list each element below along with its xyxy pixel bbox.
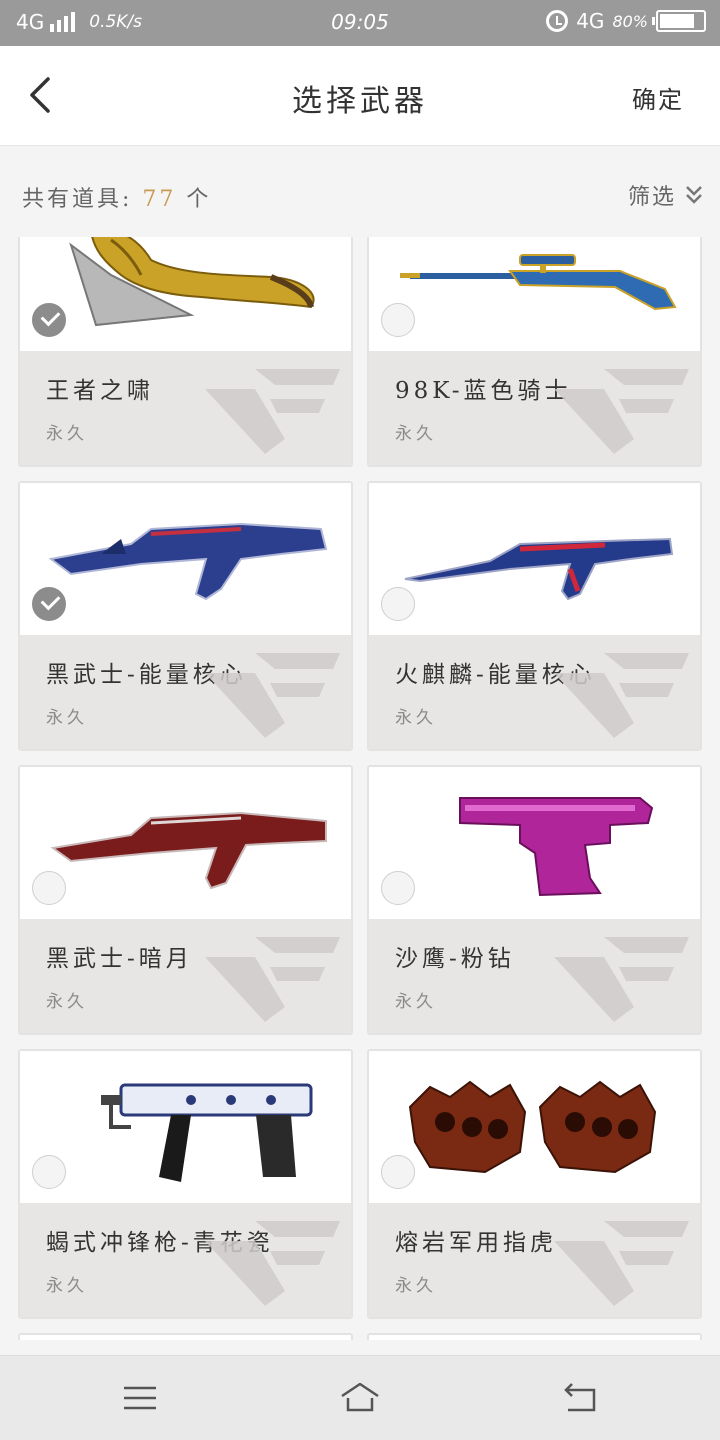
- cf-logo-icon: [554, 1221, 689, 1306]
- back-nav-button[interactable]: [550, 1376, 610, 1420]
- summary-bar: 共有道具: 77 个 筛选: [0, 147, 720, 237]
- weapon-card[interactable]: 98K-蓝色骑士 永久: [367, 237, 702, 467]
- weapon-image: [20, 1051, 351, 1203]
- weapon-name: 熔岩军用指虎: [395, 1230, 557, 1256]
- count-prefix: 共有道具:: [22, 187, 133, 212]
- weapon-grid: 王者之啸 永久 98K-蓝色骑士 永久 黑武士-能量核心 永久 火麒麟-能量核心…: [18, 237, 702, 1340]
- weapon-info: 98K-蓝色骑士 永久: [369, 351, 700, 465]
- pink-pistol-image: [458, 797, 653, 897]
- return-icon: [564, 1383, 596, 1412]
- sniper-rifle-image: [399, 254, 677, 311]
- weapon-name: 沙鹰-粉钻: [395, 946, 515, 972]
- battery-fill: [660, 14, 694, 28]
- cf-logo-icon: [205, 369, 340, 454]
- weapon-card[interactable]: 火麒麟-能量核心 永久: [367, 481, 702, 751]
- weapon-image: [20, 767, 351, 919]
- weapon-duration: 永久: [46, 424, 88, 444]
- weapon-image: [369, 483, 700, 635]
- filter-button[interactable]: 筛选: [628, 179, 704, 211]
- weapon-name: 黑武士-暗月: [46, 946, 193, 972]
- header: 选择武器 确定: [0, 46, 720, 146]
- weapon-duration: 永久: [395, 424, 437, 444]
- weapon-info: 蝎式冲锋枪-青花瓷 永久: [20, 1203, 351, 1317]
- weapon-info: 熔岩军用指虎 永久: [369, 1203, 700, 1317]
- select-checkbox[interactable]: [32, 871, 66, 905]
- weapon-duration: 永久: [395, 1276, 437, 1296]
- select-checkbox[interactable]: [381, 871, 415, 905]
- weapon-duration: 永久: [46, 1276, 88, 1296]
- dark-red-rifle-image: [49, 811, 327, 890]
- system-nav-bar: [0, 1355, 720, 1440]
- item-count: 共有道具: 77 个: [22, 181, 211, 213]
- filter-label: 筛选: [627, 185, 676, 210]
- weapon-info: 黑武士-能量核心 永久: [20, 635, 351, 749]
- weapon-card[interactable]: 黑武士-暗月 永久: [18, 765, 353, 1035]
- double-chevron-down-icon: [686, 186, 702, 204]
- weapon-duration: 永久: [46, 708, 88, 728]
- weapon-card-partial[interactable]: [367, 1333, 702, 1340]
- count-suffix: 个: [186, 187, 212, 212]
- status-right: 4G 80%: [546, 9, 706, 33]
- network-label-right: 4G: [576, 9, 605, 33]
- alarm-icon: [546, 10, 569, 32]
- cf-logo-icon: [554, 653, 689, 738]
- weapon-card-partial[interactable]: [18, 1333, 353, 1340]
- cf-logo-icon: [205, 937, 340, 1022]
- home-button[interactable]: [330, 1376, 390, 1420]
- cf-logo-icon: [554, 369, 689, 454]
- smg-image: [100, 1083, 312, 1182]
- cf-logo-icon: [205, 1221, 340, 1306]
- weapon-name: 王者之啸: [46, 378, 154, 404]
- battery-percent: 80%: [612, 11, 648, 31]
- weapon-info: 王者之啸 永久: [20, 351, 351, 465]
- select-checkbox[interactable]: [381, 587, 415, 621]
- weapon-duration: 永久: [395, 708, 437, 728]
- status-bar: 4G 0.5K/s 09:05 4G 80%: [0, 0, 720, 46]
- weapon-card[interactable]: 蝎式冲锋枪-青花瓷 永久: [18, 1049, 353, 1319]
- red-blue-rifle-image: [404, 537, 673, 601]
- cf-logo-icon: [554, 937, 689, 1022]
- blue-rifle-image: [48, 522, 327, 601]
- weapon-duration: 永久: [46, 992, 88, 1012]
- select-checkbox[interactable]: [32, 1155, 66, 1189]
- cf-logo-icon: [205, 653, 340, 738]
- weapon-card[interactable]: 黑武士-能量核心 永久: [18, 481, 353, 751]
- weapon-info: 沙鹰-粉钻 永久: [369, 919, 700, 1033]
- select-checkbox[interactable]: [32, 303, 66, 337]
- knuckles-image: [408, 1080, 656, 1174]
- weapon-info: 黑武士-暗月 永久: [20, 919, 351, 1033]
- weapon-info: 火麒麟-能量核心 永久: [369, 635, 700, 749]
- select-checkbox[interactable]: [381, 303, 415, 337]
- select-checkbox[interactable]: [32, 587, 66, 621]
- home-icon: [341, 1382, 379, 1412]
- menu-button[interactable]: [110, 1376, 170, 1420]
- weapon-image: [369, 767, 700, 919]
- count-number: 77: [142, 187, 177, 212]
- page-title: 选择武器: [292, 84, 428, 119]
- menu-icon: [124, 1386, 156, 1410]
- weapon-card[interactable]: 王者之啸 永久: [18, 237, 353, 467]
- weapon-duration: 永久: [395, 992, 437, 1012]
- weapon-card[interactable]: 熔岩军用指虎 永久: [367, 1049, 702, 1319]
- axe-weapon-image: [68, 237, 314, 327]
- select-checkbox[interactable]: [381, 1155, 415, 1189]
- weapon-card[interactable]: 沙鹰-粉钻 永久: [367, 765, 702, 1035]
- battery-icon: [652, 10, 706, 32]
- confirm-button[interactable]: 确定: [632, 80, 684, 115]
- weapon-image: [369, 1051, 700, 1203]
- weapon-image: [20, 483, 351, 635]
- weapon-image: [20, 237, 351, 351]
- weapon-image: [369, 237, 700, 351]
